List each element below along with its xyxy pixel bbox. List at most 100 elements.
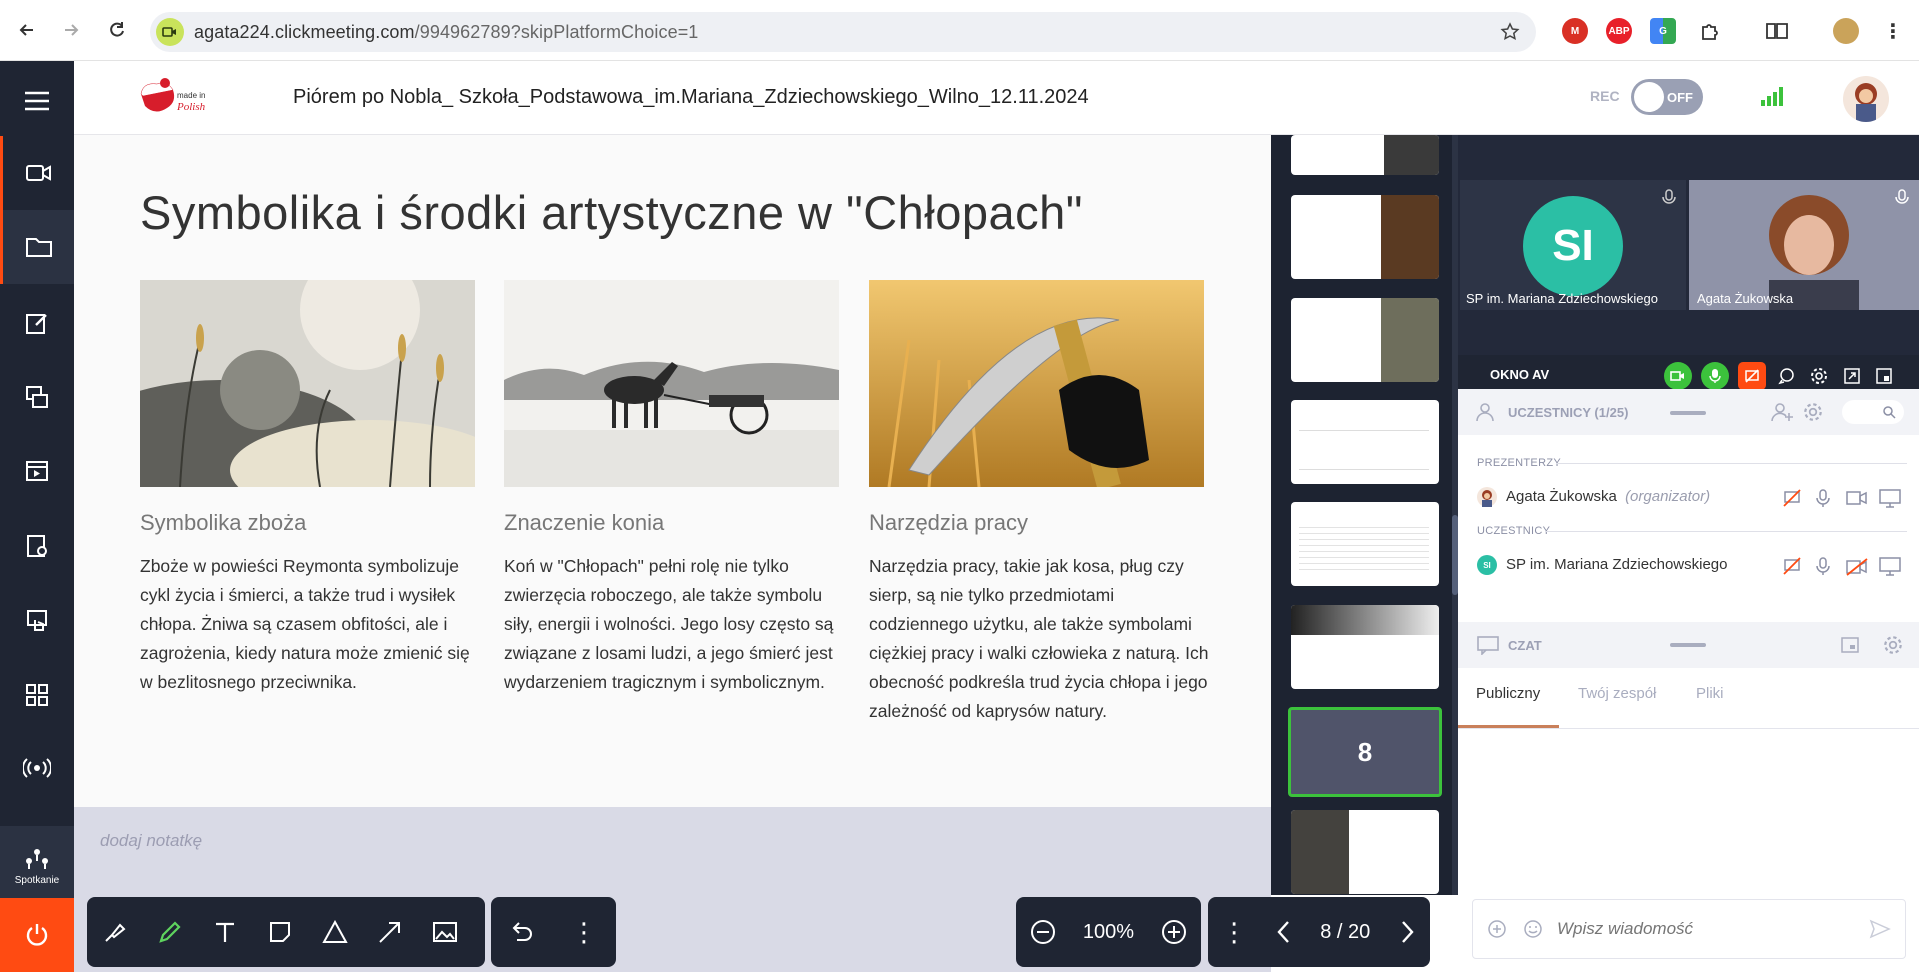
sidebar-item-camera[interactable] [0, 136, 74, 210]
av-fullscreen-button[interactable] [1838, 362, 1866, 390]
arrow-tool-button[interactable] [362, 897, 417, 967]
toggle-knob [1634, 82, 1664, 112]
camera-toggle-button[interactable] [1664, 362, 1692, 390]
sidebar-item-meeting[interactable]: Spotkanie [0, 826, 74, 906]
text-tool-button[interactable] [197, 897, 252, 967]
thumbnail-slide-1[interactable] [1291, 135, 1439, 175]
user-avatar[interactable] [1843, 76, 1889, 122]
camera-off-icon[interactable] [1846, 558, 1868, 576]
video-tile-school[interactable]: SI SP im. Mariana Zdziechowskiego [1460, 180, 1686, 310]
next-page-icon[interactable] [1397, 918, 1417, 946]
sidebar-item-broadcast[interactable] [0, 732, 74, 806]
puzzle-icon[interactable] [1697, 18, 1723, 44]
sidebar-item-tests[interactable] [0, 508, 74, 582]
thumbnail-slide-8-current[interactable]: 8 [1288, 707, 1442, 797]
zoom-toolbar: 100% [1016, 897, 1201, 967]
address-bar[interactable]: agata224.clickmeeting.com/994962789?skip… [150, 12, 1536, 52]
participants-settings-icon[interactable] [1802, 401, 1824, 423]
adblock-icon[interactable]: ABP [1606, 18, 1632, 44]
video-tile-agata[interactable]: Agata Żukowska [1689, 180, 1919, 310]
profile-avatar[interactable] [1833, 18, 1859, 44]
thumbnail-slide-9[interactable] [1291, 810, 1439, 894]
sidebar-item-whiteboard-hand[interactable] [0, 584, 74, 658]
attendee-name[interactable]: SP im. Mariana Zdziechowskiego [1506, 556, 1727, 573]
screen-share-toggle-button[interactable] [1738, 362, 1766, 390]
sidebar-item-files[interactable] [0, 210, 74, 284]
more-options-button[interactable]: ⋮ [553, 897, 615, 967]
site-info-icon[interactable] [156, 18, 184, 46]
browser-menu-icon[interactable]: ⋮ [1880, 18, 1906, 44]
browser-toolbar: agata224.clickmeeting.com/994962789?skip… [0, 0, 1919, 61]
forward-button[interactable] [56, 15, 86, 45]
leave-meeting-button[interactable] [0, 898, 74, 972]
video-player-icon [26, 461, 48, 481]
zoom-in-icon[interactable] [1160, 918, 1188, 946]
thumbnail-slide-4[interactable] [1291, 400, 1439, 484]
page-indicator: 8 / 20 [1320, 920, 1371, 943]
chat-popout-icon[interactable] [1840, 635, 1860, 655]
reading-list-icon[interactable] [1764, 18, 1790, 44]
thumbnail-slide-6[interactable] [1291, 605, 1439, 689]
participants-icon [1476, 403, 1494, 422]
monitor-icon[interactable] [1879, 556, 1901, 576]
thumbnail-slide-5[interactable] [1291, 502, 1439, 586]
presenter-row[interactable]: Agata Żukowska (organizator) [1506, 488, 1710, 505]
emoji-icon[interactable] [1523, 919, 1543, 939]
url-text: agata224.clickmeeting.com/994962789?skip… [194, 21, 699, 42]
rec-toggle[interactable]: OFF [1631, 79, 1703, 115]
sidebar-item-video-player[interactable] [0, 434, 74, 508]
av-popout-button[interactable] [1870, 362, 1898, 390]
zoom-out-icon[interactable] [1029, 918, 1057, 946]
back-button[interactable] [12, 15, 42, 45]
attach-plus-icon[interactable] [1487, 919, 1507, 939]
reload-button[interactable] [102, 15, 132, 45]
hamburger-menu-button[interactable] [0, 64, 74, 138]
av-settings-button[interactable] [1805, 362, 1833, 390]
thumbnail-slide-2[interactable] [1291, 195, 1439, 279]
horse-plow-image [504, 280, 839, 487]
edit-icon [26, 314, 47, 334]
sidebar-item-screenshare[interactable] [0, 360, 74, 434]
thumbnail-slide-3[interactable] [1291, 298, 1439, 382]
chat-collapse-handle[interactable] [1670, 643, 1706, 647]
translate-icon[interactable]: G [1650, 18, 1676, 44]
sidebar-item-layout[interactable] [0, 658, 74, 732]
pointer-tool-button[interactable] [87, 897, 142, 967]
screen-disabled-icon[interactable] [1782, 556, 1802, 576]
monitor-icon[interactable] [1879, 488, 1901, 508]
send-icon[interactable] [1869, 918, 1891, 940]
attendee-avatar: SI [1477, 555, 1497, 575]
previous-page-icon[interactable] [1274, 918, 1294, 946]
camera-icon[interactable] [1846, 490, 1868, 506]
shape-tool-button[interactable] [307, 897, 362, 967]
pencil-tool-button[interactable] [142, 897, 197, 967]
tab-public[interactable]: Publiczny [1476, 685, 1540, 702]
slide-title: Symbolika i środki artystyczne w "Chłopa… [140, 186, 1083, 239]
mic-icon[interactable] [1815, 488, 1831, 508]
participants-search[interactable] [1842, 400, 1904, 424]
bookmark-star-icon[interactable] [1500, 22, 1520, 42]
chat-bubble-button[interactable] [1773, 362, 1801, 390]
mic-toggle-button[interactable] [1701, 362, 1729, 390]
collapse-handle[interactable] [1670, 411, 1706, 415]
chat-message-input[interactable] [1557, 919, 1847, 939]
mic-icon[interactable] [1815, 556, 1831, 576]
screen-share-icon [26, 386, 48, 408]
screen-disabled-icon[interactable] [1782, 488, 1802, 508]
add-participant-icon[interactable] [1771, 401, 1795, 423]
tab-files[interactable]: Pliki [1696, 685, 1724, 702]
chat-settings-icon[interactable] [1882, 634, 1904, 656]
sidebar-item-whiteboard[interactable] [0, 286, 74, 360]
sticky-note-tool-button[interactable] [252, 897, 307, 967]
notes-placeholder: dodaj notatkę [100, 831, 203, 850]
signal-strength-icon[interactable] [1760, 86, 1786, 111]
image-tool-button[interactable] [417, 897, 472, 967]
arrow-icon [378, 922, 400, 943]
undo-button[interactable] [491, 897, 553, 967]
gmail-icon[interactable]: M [1562, 18, 1588, 44]
chat-input-box [1472, 899, 1906, 959]
page-options-icon[interactable]: ⋮ [1221, 917, 1247, 948]
expand-icon [1844, 368, 1860, 384]
pencil-icon [158, 921, 181, 943]
tab-team[interactable]: Twój zespół [1578, 685, 1656, 702]
